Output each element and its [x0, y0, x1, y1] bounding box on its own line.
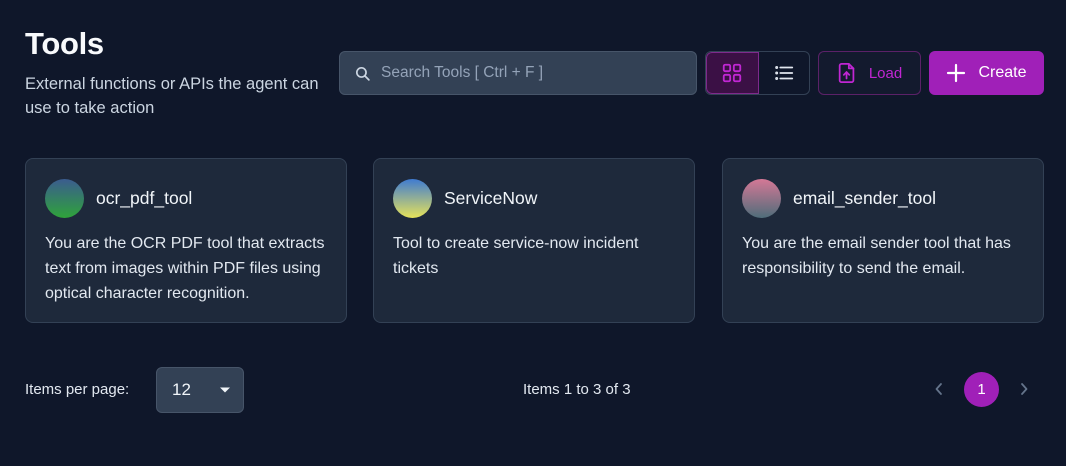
search-box[interactable]	[339, 51, 697, 95]
page-button-1[interactable]: 1	[964, 372, 999, 407]
chevron-left-icon[interactable]	[930, 380, 948, 398]
tool-card-description: Tool to create service-now incident tick…	[393, 235, 639, 277]
tool-card-title: ocr_pdf_tool	[96, 188, 193, 208]
grid-icon	[723, 63, 742, 83]
items-per-page-label: Items per page:	[25, 381, 130, 398]
items-per-page-value: 12	[172, 380, 191, 399]
search-icon	[355, 66, 370, 81]
tool-card-title: email_sender_tool	[793, 188, 937, 208]
create-button-label: Create	[978, 64, 1027, 81]
list-view-button[interactable]	[759, 52, 810, 94]
items-per-page-select[interactable]: 12	[156, 367, 244, 413]
tool-avatar	[393, 179, 432, 218]
tool-card-servicenow[interactable]: ServiceNow Tool to create service-now in…	[373, 158, 695, 323]
tool-card-title: ServiceNow	[444, 188, 538, 208]
create-button[interactable]: Create	[929, 51, 1044, 95]
tool-avatar	[742, 179, 781, 218]
chevron-right-icon[interactable]	[1015, 380, 1033, 398]
tool-card-description: You are the email sender tool that has r…	[742, 235, 1011, 277]
view-toggle	[705, 51, 810, 95]
plus-icon	[947, 63, 966, 83]
tool-card-email-sender-tool[interactable]: email_sender_tool You are the email send…	[722, 158, 1044, 323]
file-upload-icon	[838, 62, 855, 84]
load-button-label: Load	[868, 64, 903, 82]
items-range-text: Items 1 to 3 of 3	[523, 381, 631, 398]
page-subtitle: External functions or APIs the agent can…	[25, 75, 319, 117]
search-input[interactable]	[381, 64, 696, 82]
tool-card-description: You are the OCR PDF tool that extracts t…	[45, 235, 325, 302]
page-title: Tools	[25, 26, 104, 61]
tool-card-ocr-pdf-tool[interactable]: ocr_pdf_tool You are the OCR PDF tool th…	[25, 158, 347, 323]
caret-down-icon	[220, 387, 230, 393]
grid-view-button[interactable]	[706, 52, 759, 94]
tool-avatar	[45, 179, 84, 218]
list-icon	[774, 66, 793, 80]
load-button[interactable]: Load	[818, 51, 921, 95]
